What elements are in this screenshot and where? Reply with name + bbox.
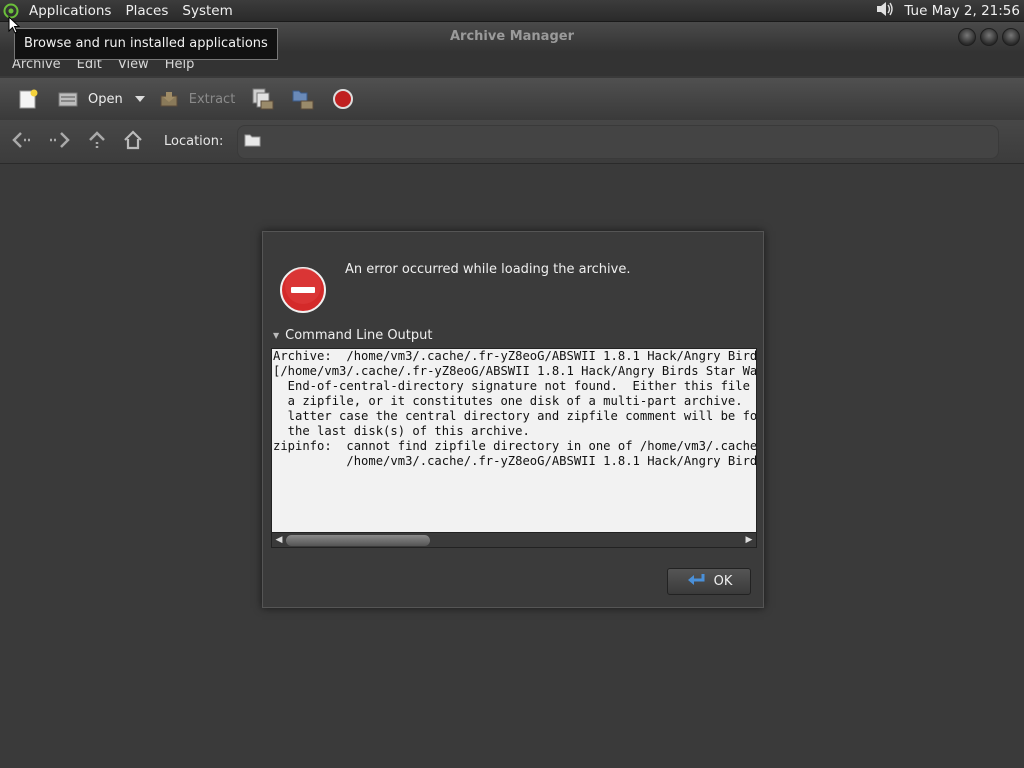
- expander-label: Command Line Output: [285, 328, 433, 343]
- system-menu[interactable]: System: [175, 0, 239, 22]
- new-archive-button[interactable]: [10, 83, 46, 115]
- open-label: Open: [88, 91, 123, 107]
- ok-label: OK: [713, 574, 733, 589]
- top-panel: Applications Places System Tue May 2, 21…: [0, 0, 1024, 22]
- add-files-button[interactable]: [245, 83, 281, 115]
- output-line: zipinfo: cannot find zipfile directory i…: [273, 439, 757, 453]
- output-line: a zipfile, or it constitutes one disk of…: [273, 394, 757, 408]
- error-message: An error occurred while loading the arch…: [345, 262, 631, 277]
- open-archive-icon: [56, 87, 80, 111]
- new-archive-icon: [16, 87, 40, 111]
- output-line: the last disk(s) of this archive.: [273, 424, 530, 438]
- command-output-expander[interactable]: ▼ Command Line Output: [273, 328, 433, 343]
- ok-button[interactable]: OK: [667, 568, 751, 595]
- panel-clock[interactable]: Tue May 2, 21:56: [896, 3, 1024, 19]
- back-arrow-icon[interactable]: [10, 130, 34, 154]
- home-icon[interactable]: [122, 129, 144, 155]
- extract-button[interactable]: Extract: [151, 83, 242, 115]
- maximize-button[interactable]: [980, 28, 998, 46]
- stop-button[interactable]: [325, 83, 361, 115]
- error-dialog: An error occurred while loading the arch…: [262, 231, 764, 608]
- applications-tooltip: Browse and run installed applications: [14, 28, 278, 60]
- scrollbar-thumb[interactable]: [286, 535, 430, 546]
- scroll-right-icon[interactable]: ▶: [742, 533, 756, 547]
- error-icon: [279, 266, 327, 318]
- stop-icon: [331, 87, 355, 111]
- chevron-down-icon: [134, 92, 145, 107]
- places-menu[interactable]: Places: [118, 0, 175, 22]
- output-line: End-of-central-directory signature not f…: [273, 379, 757, 393]
- return-arrow-icon: [686, 572, 706, 592]
- scroll-left-icon[interactable]: ◀: [272, 533, 286, 547]
- folder-icon: [244, 132, 262, 152]
- extract-icon: [157, 87, 181, 111]
- expander-arrow-icon: ▼: [273, 331, 280, 340]
- close-button[interactable]: [1002, 28, 1020, 46]
- extract-label: Extract: [188, 91, 236, 107]
- add-files-icon: [251, 87, 275, 111]
- volume-icon[interactable]: [874, 0, 896, 23]
- open-dropdown-button[interactable]: [133, 83, 147, 115]
- output-line: latter case the central directory and zi…: [273, 409, 757, 423]
- command-output-text[interactable]: Archive: /home/vm3/.cache/.fr-yZ8eoG/ABS…: [273, 349, 757, 533]
- open-button[interactable]: Open: [50, 83, 129, 115]
- add-folder-button[interactable]: [285, 83, 321, 115]
- output-line: [/home/vm3/.cache/.fr-yZ8eoG/ABSWII 1.8.…: [273, 364, 757, 378]
- horizontal-scrollbar[interactable]: ◀ ▶: [272, 532, 756, 547]
- command-output-box[interactable]: Archive: /home/vm3/.cache/.fr-yZ8eoG/ABS…: [271, 348, 757, 548]
- add-folder-icon: [291, 87, 315, 111]
- toolbar: Open Extract: [0, 78, 1024, 120]
- location-label: Location:: [164, 134, 224, 149]
- output-line: Archive: /home/vm3/.cache/.fr-yZ8eoG/ABS…: [273, 349, 757, 363]
- forward-arrow-icon[interactable]: [48, 130, 72, 154]
- output-line: /home/vm3/.cache/.fr-yZ8eoG/ABSWII 1.8.1…: [346, 454, 757, 468]
- up-arrow-icon[interactable]: [86, 129, 108, 155]
- location-field[interactable]: [237, 124, 1000, 159]
- location-bar: Location:: [0, 120, 1024, 164]
- minimize-button[interactable]: [958, 28, 976, 46]
- applications-menu[interactable]: Applications: [22, 0, 118, 22]
- mouse-cursor-icon: [8, 15, 21, 38]
